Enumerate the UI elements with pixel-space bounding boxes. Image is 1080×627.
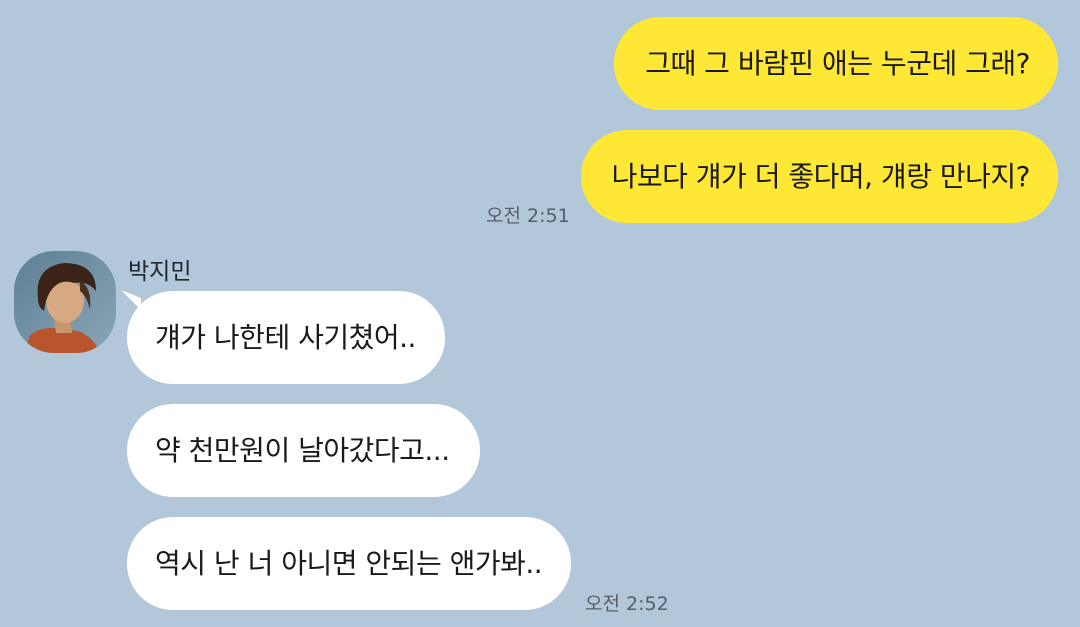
outgoing-message-bubble[interactable]: 나보다 걔가 더 좋다며, 걔랑 만나지? [581,130,1058,223]
sender-avatar[interactable] [14,251,116,353]
message-timestamp: 오전 2:51 [486,205,570,227]
outgoing-message-bubble[interactable]: 그때 그 바람핀 애는 누군데 그래? [614,17,1058,110]
incoming-message-bubble[interactable]: 걔가 나한테 사기쳤어.. [127,291,445,384]
incoming-message-bubble[interactable]: 역시 난 너 아니면 안되는 앤가봐.. [127,517,571,610]
sender-name: 박지민 [128,259,192,285]
incoming-message-bubble[interactable]: 약 천만원이 날아갔다고... [127,404,480,497]
profile-photo-icon [14,251,116,353]
message-timestamp: 오전 2:52 [585,593,669,615]
